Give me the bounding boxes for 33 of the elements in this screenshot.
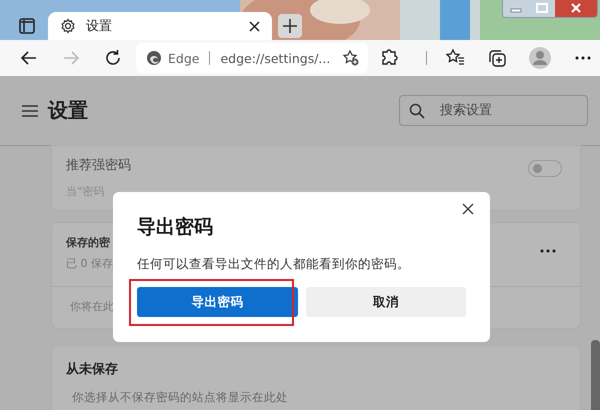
collections-icon[interactable] bbox=[487, 48, 507, 68]
avatar-icon[interactable] bbox=[529, 47, 551, 69]
more-icon[interactable] bbox=[540, 249, 556, 253]
gear-icon bbox=[60, 18, 76, 34]
new-tab-button[interactable] bbox=[278, 14, 302, 38]
empty-message: 你将在此 bbox=[70, 299, 114, 314]
site-label: Edge bbox=[168, 50, 200, 66]
plus-icon bbox=[283, 19, 297, 33]
scrollbar-thumb[interactable] bbox=[591, 340, 600, 410]
section-title: 从未保存 bbox=[66, 361, 118, 378]
more-icon[interactable] bbox=[575, 56, 591, 60]
browser-tab[interactable]: 设置 bbox=[48, 12, 272, 40]
browser-logo-icon bbox=[146, 50, 162, 66]
dialog-title: 导出密码 bbox=[137, 215, 214, 240]
search-field[interactable]: 搜索设置 bbox=[399, 95, 588, 126]
close-icon[interactable] bbox=[249, 20, 260, 32]
url-text: edge://settings/... bbox=[220, 50, 332, 66]
search-icon bbox=[409, 103, 425, 119]
section-title: 保存的密 bbox=[66, 235, 110, 250]
setting-title: 推荐强密码 bbox=[66, 157, 131, 174]
minimize-icon[interactable] bbox=[503, 0, 529, 17]
menu-icon[interactable] bbox=[22, 104, 38, 118]
toggle-switch[interactable] bbox=[528, 160, 562, 177]
page-title: 设置 bbox=[48, 97, 89, 124]
cancel-button[interactable]: 取消 bbox=[306, 287, 466, 317]
dialog-message: 任何可以查看导出文件的人都能看到你的密码。 bbox=[137, 256, 411, 273]
section-subtitle: 已 0 保存 bbox=[66, 256, 113, 271]
close-icon[interactable] bbox=[462, 203, 474, 215]
tab-actions-icon[interactable] bbox=[18, 17, 36, 35]
add-favorite-icon[interactable] bbox=[342, 49, 360, 67]
address-bar[interactable]: Edge edge://settings/... bbox=[136, 43, 368, 73]
empty-message: 你选择从不保存密码的站点将显示在此处 bbox=[72, 390, 288, 405]
export-button[interactable]: 导出密码 bbox=[137, 287, 298, 317]
